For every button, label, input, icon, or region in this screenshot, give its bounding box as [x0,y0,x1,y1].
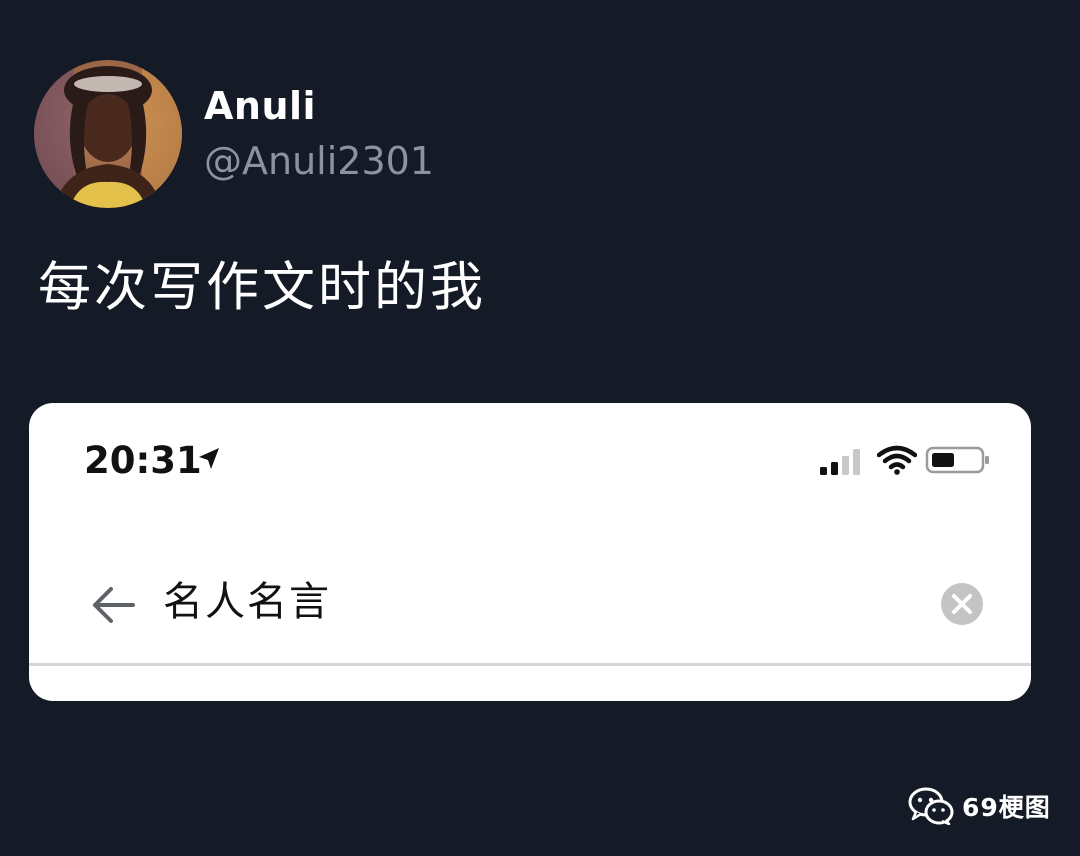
back-arrow-icon[interactable] [89,583,137,627]
tweet-text: 每次写作文时的我 [38,257,486,318]
phone-screenshot-card: 20:31 [29,403,1031,701]
avatar-photo [34,60,182,208]
avatar[interactable] [34,60,182,208]
cellular-signal-icon [820,449,860,475]
location-arrow-icon [199,448,219,469]
battery-icon [925,446,989,474]
wifi-icon [877,445,917,475]
status-bar-time: 20:31 [84,439,202,482]
watermark-text: 69梗图 [962,793,1051,822]
watermark: 69梗图 [908,784,1051,828]
clear-icon[interactable] [939,581,985,627]
user-handle[interactable]: @Anuli2301 [204,138,434,184]
wechat-icon [908,787,954,825]
display-name[interactable]: Anuli [204,84,316,128]
search-input[interactable] [161,573,905,631]
search-divider [29,663,1031,666]
